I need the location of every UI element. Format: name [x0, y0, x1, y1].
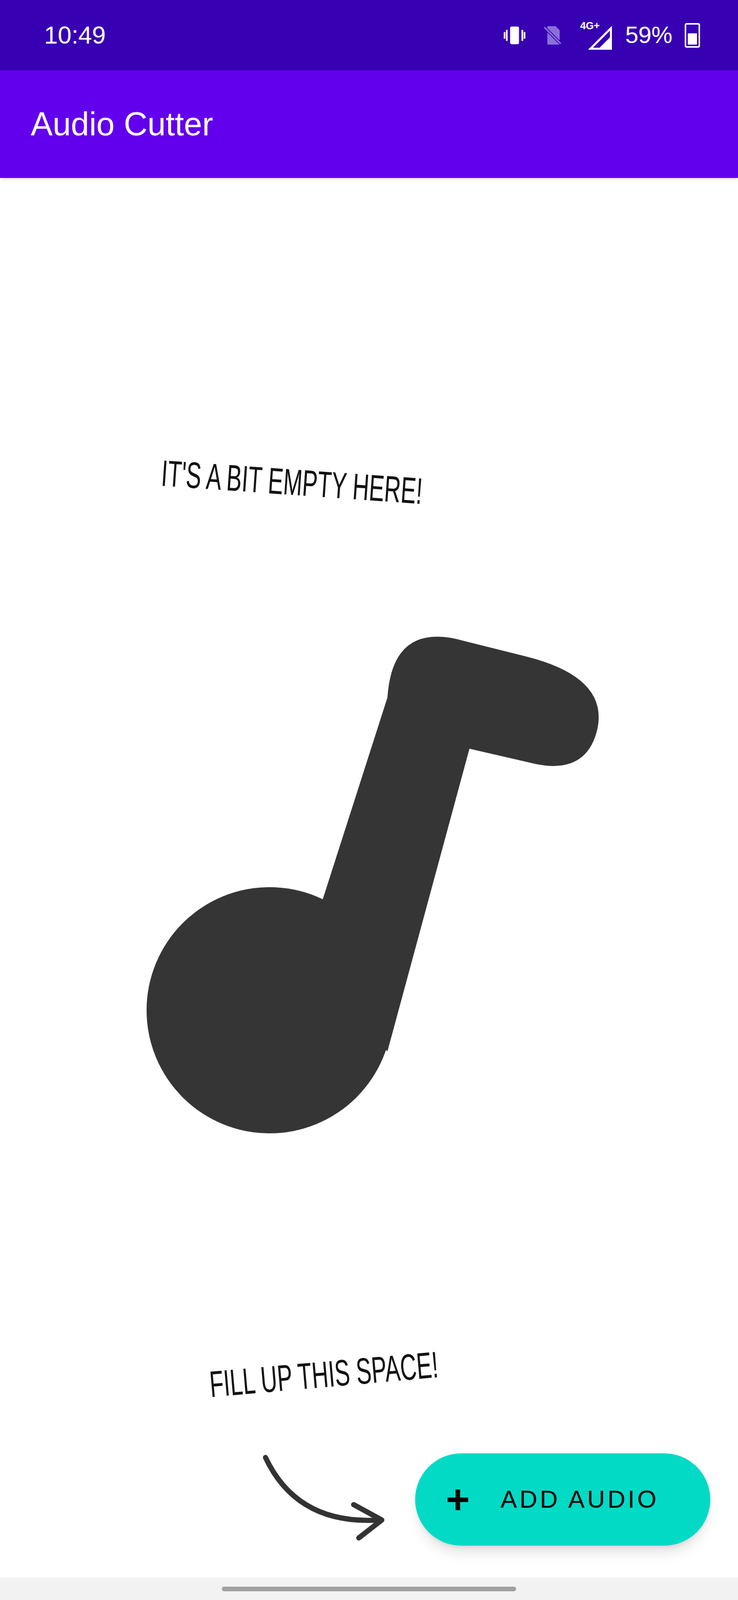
music-note-icon — [146, 620, 608, 1135]
add-audio-label: ADD AUDIO — [500, 1480, 660, 1517]
plus-icon: + — [445, 1478, 470, 1520]
empty-headline: IT'S A BIT EMPTY HERE! — [159, 450, 424, 513]
empty-state: IT'S A BIT EMPTY HERE! FILL UP THIS SPAC… — [0, 177, 738, 1577]
home-handle[interactable] — [221, 1585, 517, 1591]
network-type: 4G+ — [580, 17, 600, 34]
app-title: Audio Cutter — [30, 99, 214, 149]
app-bar: Audio Cutter — [0, 70, 738, 178]
no-sim-icon — [540, 23, 565, 48]
clock: 10:49 — [44, 16, 106, 54]
status-icons: 4G+ 59% — [501, 17, 701, 53]
battery-fill — [687, 33, 697, 45]
battery-percent: 59% — [625, 17, 673, 53]
vibrate-icon — [501, 22, 528, 49]
status-bar: 10:49 4G+ 59% — [0, 0, 738, 71]
arrow-icon — [256, 1452, 390, 1545]
empty-prompt: FILL UP THIS SPACE! — [207, 1341, 440, 1406]
signal-icon: 4G+ — [577, 19, 613, 51]
navigation-bar — [0, 1576, 738, 1599]
screen: 10:49 4G+ 59% Audio Cutter IT'S A BIT EM… — [0, 0, 738, 1599]
add-audio-button[interactable]: + ADD AUDIO — [415, 1452, 711, 1545]
battery-icon — [684, 23, 701, 48]
fab-row: + ADD AUDIO — [0, 1452, 711, 1545]
